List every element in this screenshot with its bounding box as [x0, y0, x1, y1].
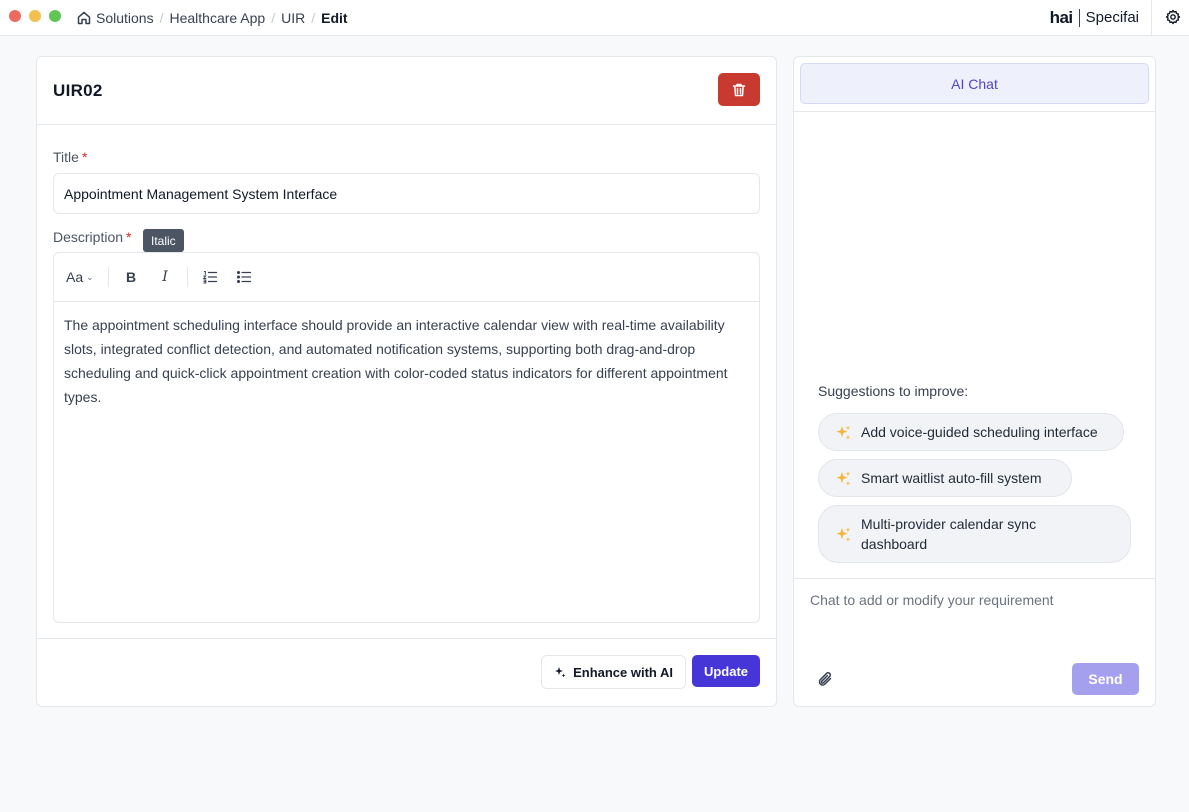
- toolbar-divider: [108, 267, 109, 287]
- breadcrumb-separator: /: [311, 9, 316, 26]
- title-label: Title *: [53, 149, 87, 165]
- italic-button[interactable]: I: [156, 267, 174, 287]
- breadcrumb-separator: /: [271, 9, 276, 26]
- home-icon[interactable]: [76, 10, 92, 26]
- suggestions-title: Suggestions to improve:: [818, 383, 969, 399]
- bullet-list-button[interactable]: [234, 267, 254, 287]
- ai-chat-panel: AI Chat Suggestions to improve: Add voic…: [793, 56, 1156, 707]
- specifai-wordmark: Specifai: [1085, 9, 1139, 26]
- ordered-list-button[interactable]: [200, 267, 220, 287]
- italic-tooltip: Italic: [143, 229, 184, 252]
- title-input[interactable]: [53, 173, 760, 214]
- breadcrumb-current: Edit: [321, 9, 348, 26]
- breadcrumb-uir[interactable]: UIR: [281, 10, 305, 26]
- settings-icon[interactable]: [1165, 9, 1181, 25]
- chat-divider: [794, 111, 1155, 112]
- suggestion-text: Smart waitlist auto-fill system: [861, 470, 1042, 486]
- topbar-divider: [1151, 0, 1152, 35]
- toolbar-divider: [187, 267, 188, 287]
- sparkle-icon: [836, 471, 851, 486]
- description-label-text: Description: [53, 229, 124, 245]
- hai-logo: hai: [1049, 7, 1074, 27]
- font-size-dropdown[interactable]: Aa ⌄: [66, 267, 94, 287]
- required-marker: *: [126, 229, 132, 245]
- ordered-list-icon: [202, 271, 218, 284]
- requirement-editor-card: UIR02 Title* Description* Italic Aa⌄ B I…: [36, 56, 777, 707]
- suggestion-text: Multi-provider calendar sync dashboard: [861, 516, 1037, 552]
- chat-input[interactable]: [810, 592, 1140, 632]
- bold-button[interactable]: B: [122, 267, 140, 287]
- tab-ai-chat[interactable]: AI Chat: [800, 63, 1149, 104]
- description-text[interactable]: The appointment scheduling interface sho…: [64, 313, 749, 409]
- brand-divider: [1078, 8, 1080, 27]
- card-header: UIR02: [37, 57, 776, 125]
- trash-icon: [732, 83, 746, 96]
- requirement-id: UIR02: [53, 81, 103, 100]
- title-label-text: Title: [53, 149, 79, 165]
- delete-button[interactable]: [718, 73, 760, 106]
- send-button[interactable]: Send: [1072, 663, 1139, 695]
- enhance-label: Enhance with AI: [573, 664, 673, 680]
- window-close-button[interactable]: [9, 10, 21, 22]
- description-editor[interactable]: Aa ⌄ B I The appointment scheduling inter…: [53, 252, 760, 623]
- required-marker: *: [81, 149, 88, 165]
- card-footer: Enhance with AI Update: [37, 638, 776, 706]
- breadcrumb-separator: /: [159, 9, 164, 26]
- editor-toolbar: Aa ⌄ B I: [54, 253, 759, 302]
- sparkle-icon: [836, 527, 851, 542]
- breadcrumb-healthcare-app[interactable]: Healthcare App: [169, 10, 265, 26]
- paperclip-icon[interactable]: [816, 669, 836, 689]
- chevron-down-icon: ⌄: [86, 271, 94, 282]
- chat-input-divider: [794, 578, 1155, 579]
- top-bar: Solutions / Healthcare App / UIR / Edit …: [0, 0, 1189, 36]
- window-minimize-button[interactable]: [29, 10, 41, 22]
- description-label: Description *: [53, 229, 131, 245]
- breadcrumb-solutions[interactable]: Solutions: [96, 10, 154, 26]
- suggestion-text: Add voice-guided scheduling interface: [861, 424, 1098, 440]
- brand-logo: hai Specifai: [1050, 0, 1139, 35]
- window-maximize-button[interactable]: [49, 10, 61, 22]
- sparkle-icon: [555, 667, 566, 678]
- update-button[interactable]: Update: [691, 655, 760, 687]
- suggestion-chip[interactable]: Smart waitlist auto-fill system: [818, 459, 1072, 497]
- breadcrumb: Solutions / Healthcare App / UIR / Edit: [76, 0, 348, 35]
- suggestion-chip[interactable]: Add voice-guided scheduling interface: [818, 413, 1124, 451]
- sparkle-icon: [836, 425, 851, 440]
- font-size-label: Aa: [66, 269, 84, 285]
- suggestion-chip[interactable]: Multi-provider calendar sync dashboard: [818, 505, 1131, 563]
- enhance-with-ai-button[interactable]: Enhance with AI: [541, 655, 686, 689]
- bullet-list-icon: [236, 270, 252, 284]
